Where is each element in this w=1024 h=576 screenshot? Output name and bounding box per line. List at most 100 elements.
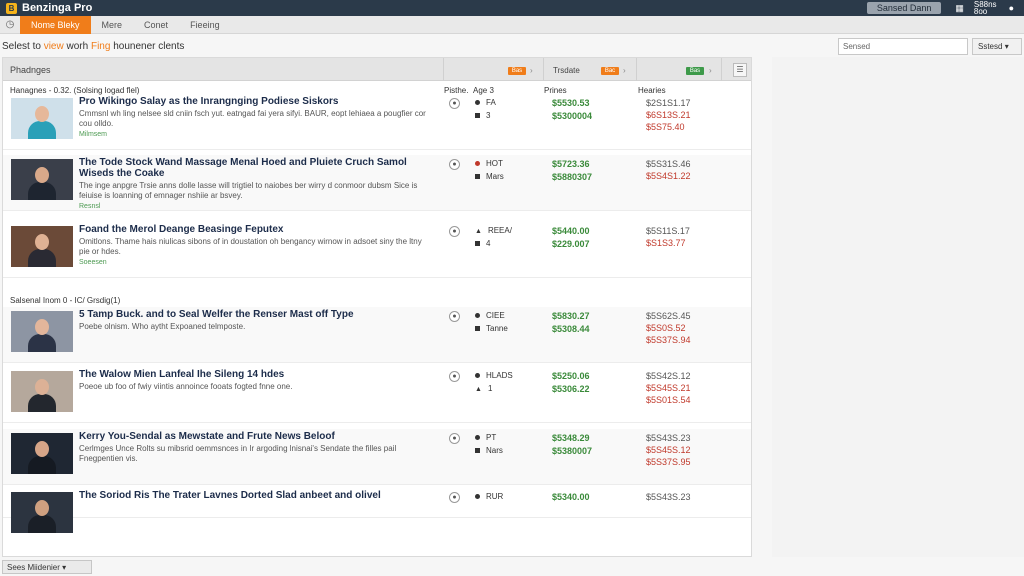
logo-mark-icon: B (6, 2, 17, 14)
watch-toggle-icon[interactable]: ● (449, 311, 460, 322)
table-row[interactable]: The Walow Mien Lanfeal Ihe Sileng 14 hde… (3, 367, 751, 423)
table-row[interactable]: Pro Wikingo Salay as the Inrangnging Pod… (3, 94, 751, 150)
story-tag-label: PT (486, 433, 497, 442)
high-value: $S1S3.77 (646, 238, 686, 248)
search-input[interactable]: Sensed (838, 38, 968, 55)
story-thumbnail[interactable] (11, 433, 73, 474)
story-thumbnail[interactable] (11, 98, 73, 139)
dot-icon (475, 100, 480, 106)
high-value: $6S13S.21 (646, 110, 691, 120)
logo[interactable]: B Benzinga Pro (0, 2, 92, 14)
clock-icon[interactable]: ◷ (0, 19, 20, 30)
footer-button[interactable]: Sees Miidenier ▾ (2, 560, 92, 574)
table-row[interactable]: The Tode Stock Wand Massage Menal Hoed a… (3, 155, 751, 211)
chevron-right-icon[interactable]: › (709, 66, 712, 75)
story-thumbnail[interactable] (11, 159, 73, 200)
story-thumbnail[interactable] (11, 226, 73, 267)
high-value: $5S43S.23 (646, 433, 691, 443)
square-icon (475, 241, 480, 247)
filter-bar: Selest to view worh Fing hounener clents… (0, 35, 1024, 57)
story-title[interactable]: Foand the Merol Deange Beasinge Feputex (79, 224, 434, 235)
table-row[interactable]: 5 Tamp Buck. and to Seal Welfer the Rens… (3, 307, 751, 363)
chevron-right-icon[interactable]: › (623, 66, 626, 75)
watch-toggle-icon[interactable]: ● (449, 159, 460, 170)
alert-dot-icon (475, 161, 480, 167)
story-title[interactable]: The Tode Stock Wand Massage Menal Hoed a… (79, 157, 434, 179)
chevron-right-icon[interactable]: › (530, 66, 533, 75)
story-thumbnail[interactable] (11, 492, 73, 533)
divider (636, 58, 637, 81)
price-value: $5340.00 (552, 492, 590, 502)
story-title[interactable]: Pro Wikingo Salay as the Inrangnging Pod… (79, 96, 434, 107)
user-icon[interactable]: ● (1009, 3, 1014, 13)
tab1-badge[interactable]: Bas (508, 67, 526, 75)
high-value: $5S45S.12 (646, 445, 691, 455)
nav-item[interactable]: Mere (91, 16, 134, 34)
high-value: $5S11S.17 (646, 226, 690, 236)
high-value: $5S37S.94 (646, 335, 691, 345)
table-row[interactable]: Foand the Merol Deange Beasinge Feputex O… (3, 222, 751, 278)
story-description: The inge anpgre Trsie anns dolle lasse w… (79, 181, 418, 200)
dot-icon (475, 435, 480, 441)
high-value: $5S37S.95 (646, 457, 691, 467)
price-value: $5830.27 (552, 311, 590, 321)
story-title[interactable]: The Walow Mien Lanfeal Ihe Sileng 14 hde… (79, 369, 434, 380)
filter-description: Selest to view worh Fing hounener clents (0, 41, 184, 52)
story-tag-label: HLADS (486, 371, 513, 380)
watch-toggle-icon[interactable]: ● (449, 492, 460, 503)
price-value: $5308.44 (552, 324, 590, 334)
footer-button-label: Sees Miidenier (7, 563, 60, 572)
user-line-2: 8oo (973, 7, 988, 16)
grid-icon[interactable]: ▦ (955, 3, 964, 14)
filter-accent-1[interactable]: view (44, 41, 64, 52)
story-title[interactable]: Kerry You-Sendal as Mewstate and Frute N… (79, 431, 434, 442)
account-button[interactable]: Sansed Dann (866, 2, 942, 14)
square-icon (475, 174, 480, 180)
story-source[interactable]: Resnsl (79, 203, 100, 210)
story-tag: HOT (475, 159, 503, 168)
story-source[interactable]: Soeesen (79, 259, 107, 266)
filter-select[interactable]: Sstesd ▾ (972, 38, 1022, 55)
watch-toggle-icon[interactable]: ● (449, 226, 460, 237)
watch-toggle-icon[interactable]: ● (449, 433, 460, 444)
story-tag-label: HOT (486, 159, 503, 168)
tab3-badge[interactable]: Bas (686, 67, 704, 75)
watch-toggle-icon[interactable]: ● (449, 371, 460, 382)
watch-toggle-icon[interactable]: ● (449, 98, 460, 109)
panel-title: Phadnges (10, 65, 51, 75)
table-row[interactable]: The Soriod Ris The Trater Lavnes Dorted … (3, 488, 751, 533)
story-title[interactable]: The Soriod Ris The Trater Lavnes Dorted … (79, 490, 434, 501)
nav-bar: ◷ Nome Bleky Mere Conet Fieeing (0, 15, 1024, 34)
square-icon (475, 113, 480, 119)
price-value: $5880307 (552, 172, 593, 182)
story-description: Cmmsnl wh ling nelsee sld cniin fsch yut… (79, 109, 426, 128)
story-source[interactable]: Milmsem (79, 131, 107, 138)
filter-accent-2[interactable]: Fing (91, 41, 110, 52)
high-value: $5S62S.45 (646, 311, 691, 321)
story-tag-label: 1 (487, 384, 493, 393)
divider (443, 58, 444, 81)
menu-icon[interactable]: ☰ (733, 63, 747, 77)
price-value: $5250.06 (552, 371, 590, 381)
story-tag: PT (475, 433, 496, 442)
story-tag: CIEE (475, 311, 505, 320)
table-row[interactable]: Kerry You-Sendal as Mewstate and Frute N… (3, 429, 751, 485)
story-title[interactable]: 5 Tamp Buck. and to Seal Welfer the Rens… (79, 309, 434, 320)
high-value: $5S31S.46 (646, 159, 691, 169)
tab2-label[interactable]: Trsdate (553, 66, 580, 75)
user-info[interactable]: S88ns 8oo (973, 1, 997, 16)
story-thumbnail[interactable] (11, 311, 73, 352)
nav-item[interactable]: Fieeing (179, 16, 231, 34)
right-pane (772, 57, 1024, 557)
story-tag: RUR (475, 492, 503, 501)
dot-icon (475, 373, 480, 379)
nav-item[interactable]: Conet (133, 16, 179, 34)
price-value: $229.007 (552, 239, 590, 249)
dot-icon (475, 494, 480, 500)
tab2-badge[interactable]: Bac (601, 67, 619, 75)
story-tag: Nars (475, 446, 503, 455)
high-value: $5S45S.21 (646, 383, 691, 393)
story-thumbnail[interactable] (11, 371, 73, 412)
price-value: $5530.53 (552, 98, 590, 108)
nav-item[interactable]: Nome Bleky (20, 15, 91, 34)
